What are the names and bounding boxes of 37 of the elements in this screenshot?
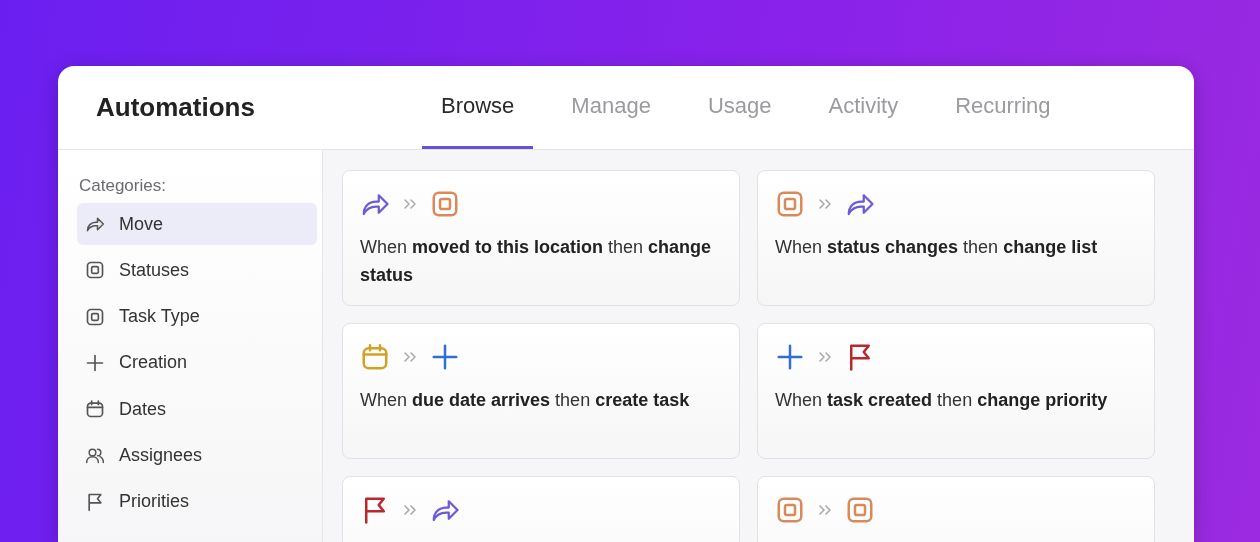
square-in-square-icon [85, 306, 105, 327]
automation-card[interactable]: When task created then change priority [757, 323, 1155, 459]
double-chevron-icon [402, 502, 418, 518]
square-in-square-icon [430, 189, 460, 219]
automation-card[interactable]: When status changes then change list [757, 170, 1155, 306]
automation-description: When moved to this location then change status [360, 236, 713, 287]
double-chevron-icon [402, 196, 418, 212]
automation-card[interactable]: When moved to this location then change status [342, 170, 740, 306]
category-item[interactable]: Dates [77, 388, 317, 431]
automation-description: When due date arrives then create task [360, 389, 691, 412]
calendar-icon [85, 399, 105, 420]
category-item[interactable]: Move [77, 203, 317, 245]
automation-card[interactable]: When due date arrives then create task [342, 323, 740, 459]
double-chevron-icon [817, 502, 833, 518]
square-in-square-icon [775, 495, 805, 525]
plus-icon [430, 342, 460, 372]
flag-icon [85, 491, 105, 512]
double-chevron-icon [402, 349, 418, 365]
window-title: Automations [95, 91, 256, 124]
category-item[interactable]: Task Type [77, 295, 317, 338]
square-in-square-icon [845, 495, 875, 525]
category-item[interactable]: Statuses [77, 249, 317, 292]
double-chevron-icon [817, 349, 833, 365]
category-item[interactable]: Assignees [77, 434, 317, 477]
category-item[interactable]: Creation [77, 341, 317, 384]
plus-icon [85, 352, 105, 373]
calendar-icon [360, 342, 390, 372]
category-item[interactable]: Priorities [77, 480, 317, 523]
sidebar-heading: Categories: [79, 176, 167, 196]
plus-icon [775, 342, 805, 372]
double-chevron-icon [817, 196, 833, 212]
automation-description: When status changes then change list [775, 236, 1099, 259]
automation-description: When task created then change priority [775, 389, 1109, 412]
square-in-square-icon [85, 260, 105, 281]
square-in-square-icon [775, 189, 805, 219]
people-icon [85, 445, 105, 466]
curved-arrow-icon [85, 214, 105, 234]
